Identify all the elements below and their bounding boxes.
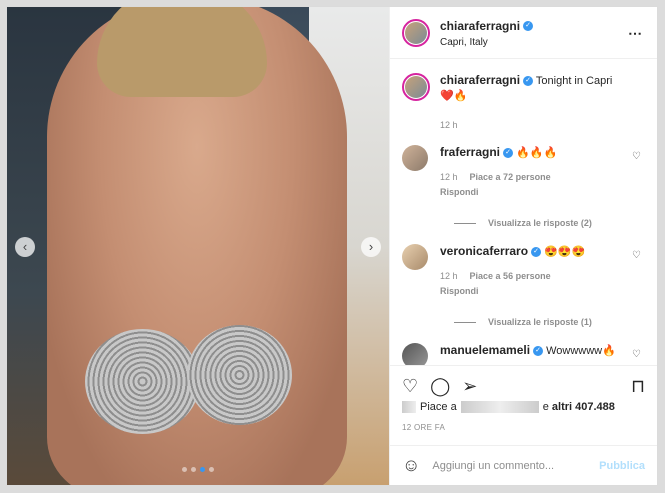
username-link[interactable]: fraferragni — [440, 145, 500, 159]
verified-icon: ✓ — [523, 76, 534, 87]
username-link[interactable]: chiaraferragni — [440, 19, 520, 33]
comment-text: 🔥🔥🔥 — [516, 147, 558, 159]
carousel-dot — [200, 467, 205, 472]
avatar[interactable] — [402, 145, 428, 171]
carousel-dot — [182, 467, 187, 472]
avatar[interactable] — [402, 73, 430, 101]
comment-icon[interactable]: ◯ — [430, 376, 450, 401]
post-modal: ‹ › chiaraferragni ✓ Capri, Italy ⋯ chiar… — [6, 6, 658, 486]
publish-button[interactable]: Pubblica — [599, 460, 645, 472]
avatar[interactable] — [402, 18, 430, 47]
caption-time: 12 h — [440, 120, 458, 130]
carousel-next-button[interactable]: › — [361, 237, 381, 257]
verified-icon: ✓ — [533, 346, 544, 357]
caption: chiaraferragni ✓ Tonight in Capri ❤️🔥 12 … — [402, 73, 645, 133]
more-options-icon[interactable]: ⋯ — [628, 25, 643, 42]
photo-detail — [187, 325, 292, 425]
view-replies-label: Visualizza le risposte (2) — [488, 218, 592, 228]
bookmark-icon[interactable]: ⊓ — [631, 376, 645, 401]
comments-list: chiaraferragni ✓ Tonight in Capri ❤️🔥 12 … — [390, 59, 657, 365]
comment-item: manuelemameli ✓ Wowwwww🔥 ♡ — [402, 343, 645, 365]
likes-summary[interactable]: Piace a e altri 407.488 — [402, 401, 615, 413]
comment-input[interactable]: Aggiungi un commento... — [432, 460, 599, 472]
photo-subject — [97, 7, 267, 97]
verified-icon: ✓ — [531, 247, 542, 258]
add-comment-bar: ☺ Aggiungi un commento... Pubblica — [390, 445, 657, 485]
post-photo[interactable]: ‹ › — [7, 7, 389, 485]
username-link[interactable]: veronicaferraro — [440, 244, 528, 258]
like-comment-icon[interactable]: ♡ — [632, 349, 641, 360]
likes-prefix: Piace a — [420, 401, 457, 413]
comment-time: 12 h — [440, 271, 458, 281]
verified-icon: ✓ — [523, 20, 534, 31]
comment-text: Wowwwww🔥 — [546, 345, 616, 357]
liker-avatar — [402, 401, 416, 413]
photo-detail — [85, 329, 200, 434]
like-comment-icon[interactable]: ♡ — [632, 250, 641, 261]
view-replies-label: Visualizza le risposte (1) — [488, 317, 592, 327]
username-link[interactable]: manuelemameli — [440, 343, 530, 357]
view-replies-button[interactable]: Visualizza le risposte (1) — [454, 317, 645, 327]
carousel-indicator — [182, 467, 214, 472]
emoji-icon[interactable]: ☺ — [402, 455, 420, 476]
comment-likes[interactable]: Piace a 72 persone — [470, 170, 551, 185]
carousel-dot — [191, 467, 196, 472]
comment-text: 😍😍😍 — [544, 246, 586, 258]
comment-likes[interactable]: Piace a 56 persone — [470, 269, 551, 284]
username-link[interactable]: chiaraferragni — [440, 73, 520, 87]
comment-time: 12 h — [440, 172, 458, 182]
like-comment-icon[interactable]: ♡ — [632, 151, 641, 162]
avatar[interactable] — [402, 244, 428, 270]
like-icon[interactable]: ♡ — [402, 376, 418, 401]
likes-suffix: e — [542, 401, 549, 413]
verified-icon: ✓ — [503, 148, 514, 159]
post-sidebar: chiaraferragni ✓ Capri, Italy ⋯ chiarafer… — [389, 7, 657, 485]
location-link[interactable]: Capri, Italy — [440, 37, 533, 48]
post-timestamp: 12 ORE FA — [402, 423, 446, 432]
avatar[interactable] — [402, 343, 428, 365]
post-header: chiaraferragni ✓ Capri, Italy ⋯ — [390, 7, 657, 59]
comment-item: veronicaferraro ✓ 😍😍😍 12 h Piace a 56 pers… — [402, 244, 645, 299]
view-replies-button[interactable]: Visualizza le risposte (2) — [454, 218, 645, 228]
likes-others[interactable]: altri 407.488 — [552, 401, 615, 413]
caption-text: Tonight in Capri — [535, 75, 613, 87]
carousel-prev-button[interactable]: ‹ — [15, 237, 35, 257]
reply-button[interactable]: Rispondi — [440, 185, 645, 200]
comment-item: fraferragni ✓ 🔥🔥🔥 12 h Piace a 72 persone … — [402, 145, 645, 200]
post-actions: ♡ ◯ ➢ ⊓ — [390, 365, 657, 401]
reply-button[interactable]: Rispondi — [440, 284, 645, 299]
carousel-dot — [209, 467, 214, 472]
liker-name-blurred — [460, 401, 539, 413]
caption-emoji: ❤️🔥 — [440, 90, 468, 102]
share-icon[interactable]: ➢ — [462, 376, 477, 401]
